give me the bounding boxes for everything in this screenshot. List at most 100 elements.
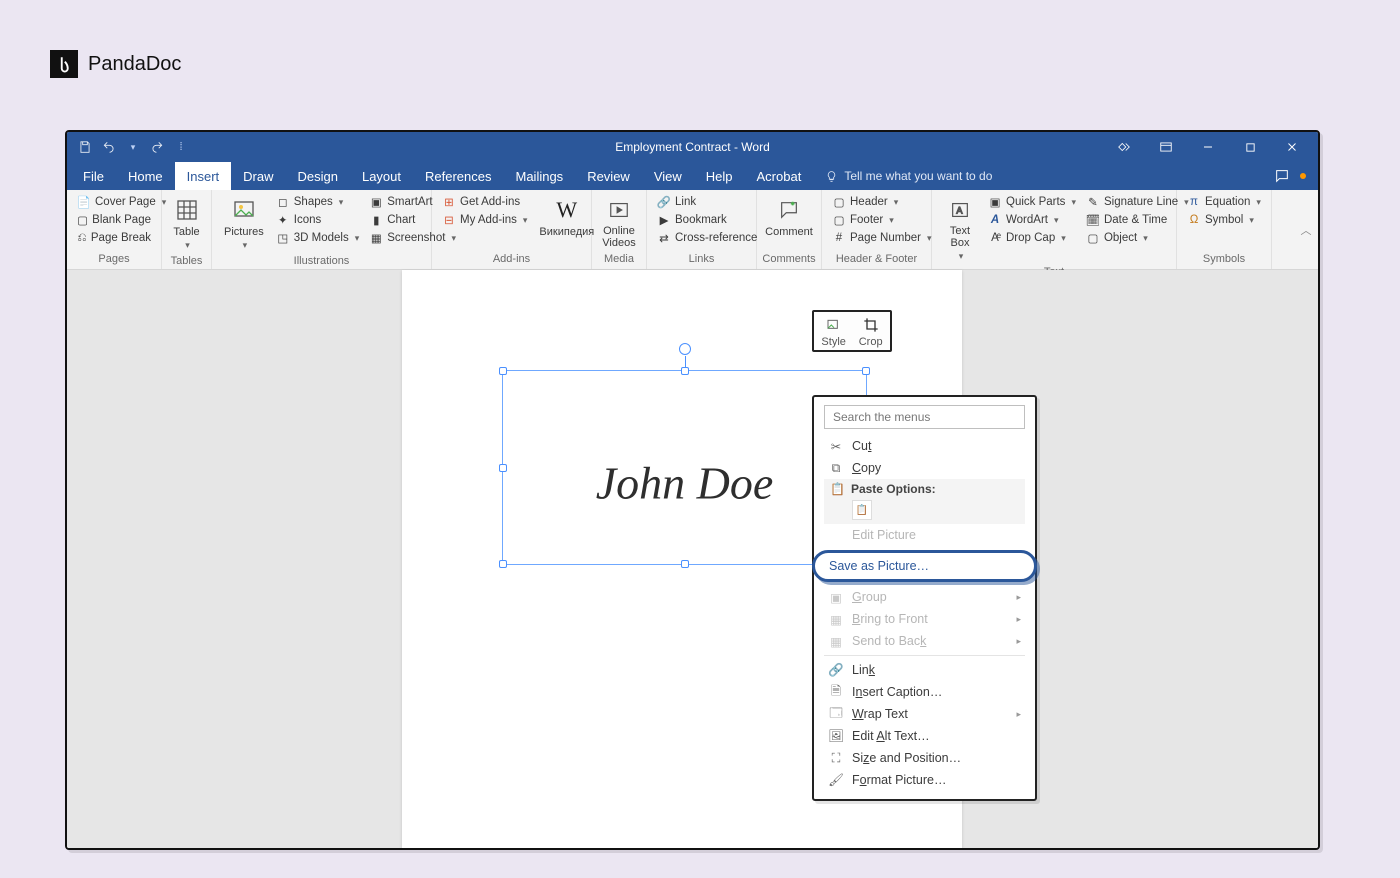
ctx-cut[interactable]: ✂ Cut — [820, 435, 1029, 457]
blank-page-button[interactable]: ▢Blank Page — [75, 212, 153, 228]
pictures-icon — [228, 196, 260, 224]
redo-icon[interactable] — [149, 139, 165, 155]
group-label-symbols: Symbols — [1177, 251, 1271, 269]
wrap-text-icon: 🗔 — [828, 706, 844, 722]
ctx-insert-caption[interactable]: 🗎 Insert Caption… — [820, 681, 1029, 703]
ctx-wrap-text[interactable]: 🗔 Wrap Text ▸ — [820, 703, 1029, 725]
quickparts-icon: ▣ — [988, 195, 1002, 209]
link-button[interactable]: 🔗Link — [655, 194, 759, 210]
ctx-edit-alt-text[interactable]: 🖼 Edit Alt Text… — [820, 725, 1029, 747]
tab-file[interactable]: File — [71, 162, 116, 190]
symbol-button[interactable]: ΩSymbol▾ — [1185, 212, 1263, 228]
collapse-ribbon-icon[interactable]: ︿ — [1294, 190, 1318, 269]
svg-text:A: A — [956, 206, 963, 216]
cover-page-button[interactable]: 📄Cover Page▾ — [75, 194, 153, 210]
equation-button[interactable]: πEquation▾ — [1185, 194, 1263, 210]
tab-mailings[interactable]: Mailings — [504, 162, 576, 190]
tab-review[interactable]: Review — [575, 162, 642, 190]
page-break-button[interactable]: ⎌Page Break — [75, 230, 153, 246]
wordart-button[interactable]: AWordArt▾ — [986, 212, 1078, 228]
date-time-button[interactable]: 🗓Date & Time — [1084, 212, 1191, 228]
minimize-button[interactable] — [1188, 132, 1228, 162]
simplified-ribbon-icon[interactable] — [1104, 132, 1144, 162]
group-label-addins: Add-ins — [432, 251, 591, 269]
scissors-icon: ✂ — [828, 438, 844, 454]
page-number-button[interactable]: #Page Number▾ — [830, 230, 934, 246]
ctx-save-as-picture[interactable]: Save as Picture… — [812, 550, 1037, 582]
ctx-bring-to-front: ▦ Bring to Front ▸ — [820, 608, 1029, 630]
undo-icon[interactable] — [101, 139, 117, 155]
group-addins: ⊞Get Add-ins ⊟My Add-ins▾ W Википедия Ad… — [432, 190, 592, 269]
search-placeholder: Search the menus — [833, 410, 930, 424]
resize-handle[interactable] — [499, 560, 507, 568]
comment-button[interactable]: Comment — [761, 194, 817, 240]
get-addins-button[interactable]: ⊞Get Add-ins — [440, 194, 529, 210]
table-button[interactable]: Table▾ — [167, 194, 207, 253]
tab-view[interactable]: View — [642, 162, 694, 190]
resize-handle[interactable] — [499, 367, 507, 375]
tab-references[interactable]: References — [413, 162, 503, 190]
brand-name: PandaDoc — [88, 53, 181, 76]
close-button[interactable] — [1272, 132, 1312, 162]
footer-button[interactable]: ▢Footer▾ — [830, 212, 934, 228]
tell-me-search[interactable]: Tell me what you want to do — [825, 162, 992, 190]
page-number-icon: # — [832, 231, 846, 245]
ctx-format-picture[interactable]: 🖌 Format Picture… — [820, 769, 1029, 791]
mini-toolbar: Style Crop — [812, 310, 892, 352]
3d-models-button[interactable]: ◳3D Models▾ — [274, 230, 362, 246]
text-box-button[interactable]: A Text Box▾ — [940, 194, 980, 264]
ctx-size-position[interactable]: ⛶ Size and Position… — [820, 747, 1029, 769]
shapes-button[interactable]: ◻Shapes▾ — [274, 194, 362, 210]
ctx-link[interactable]: 🔗 Link — [820, 659, 1029, 681]
my-addins-button[interactable]: ⊟My Add-ins▾ — [440, 212, 529, 228]
tab-design[interactable]: Design — [286, 162, 350, 190]
tab-layout[interactable]: Layout — [350, 162, 413, 190]
qat-customize-icon[interactable]: ⁞ — [173, 139, 189, 155]
dropcap-icon: Аͤ — [988, 231, 1002, 245]
signature-line-button[interactable]: ✎Signature Line▾ — [1084, 194, 1191, 210]
document-area: John Doe Style Crop Search the menus ✂ C… — [67, 270, 1318, 848]
wikipedia-button[interactable]: W Википедия — [535, 194, 598, 240]
chart-icon: ▮ — [369, 213, 383, 227]
tab-draw[interactable]: Draw — [231, 162, 285, 190]
tab-acrobat[interactable]: Acrobat — [745, 162, 814, 190]
paste-options-label: Paste Options: — [851, 482, 936, 496]
signature-icon: ✎ — [1086, 195, 1100, 209]
drop-cap-button[interactable]: АͤDrop Cap▾ — [986, 230, 1078, 246]
caption-icon: 🗎 — [828, 684, 844, 700]
crop-button[interactable]: Crop — [859, 316, 883, 348]
bookmark-button[interactable]: ▶Bookmark — [655, 212, 759, 228]
icons-button[interactable]: ✦Icons — [274, 212, 362, 228]
online-videos-button[interactable]: Online Videos — [598, 194, 639, 251]
undo-dropdown-icon[interactable]: ▾ — [125, 139, 141, 155]
smartart-icon: ▣ — [369, 195, 383, 209]
footer-icon: ▢ — [832, 213, 846, 227]
wikipedia-icon: W — [551, 196, 583, 224]
maximize-button[interactable] — [1230, 132, 1270, 162]
menu-search-input[interactable]: Search the menus — [824, 405, 1025, 429]
quick-parts-button[interactable]: ▣Quick Parts▾ — [986, 194, 1078, 210]
comments-icon[interactable] — [1274, 168, 1290, 184]
word-window: ▾ ⁞ Employment Contract - Word File Home… — [65, 130, 1320, 850]
ribbon-display-icon[interactable] — [1146, 132, 1186, 162]
paste-keep-text-button[interactable]: 📋 — [852, 500, 872, 520]
header-button[interactable]: ▢Header▾ — [830, 194, 934, 210]
style-button[interactable]: Style — [821, 316, 845, 348]
group-symbols: πEquation▾ ΩSymbol▾ Symbols — [1177, 190, 1272, 269]
textbox-icon: A — [944, 196, 976, 224]
resize-handle[interactable] — [681, 560, 689, 568]
ctx-copy[interactable]: ⧉ Copy — [820, 457, 1029, 479]
object-button[interactable]: ▢Object▾ — [1084, 230, 1191, 246]
tab-help[interactable]: Help — [694, 162, 745, 190]
save-icon[interactable] — [77, 139, 93, 155]
screenshot-icon: ▦ — [369, 231, 383, 245]
bookmark-icon: ▶ — [657, 213, 671, 227]
resize-handle[interactable] — [681, 367, 689, 375]
resize-handle[interactable] — [862, 367, 870, 375]
pictures-button[interactable]: Pictures▾ — [220, 194, 268, 253]
cross-reference-button[interactable]: ⇄Cross-reference — [655, 230, 759, 246]
rotate-handle-icon[interactable] — [679, 343, 691, 355]
notification-dot-icon[interactable] — [1300, 173, 1306, 179]
tab-home[interactable]: Home — [116, 162, 175, 190]
tab-insert[interactable]: Insert — [175, 162, 232, 190]
